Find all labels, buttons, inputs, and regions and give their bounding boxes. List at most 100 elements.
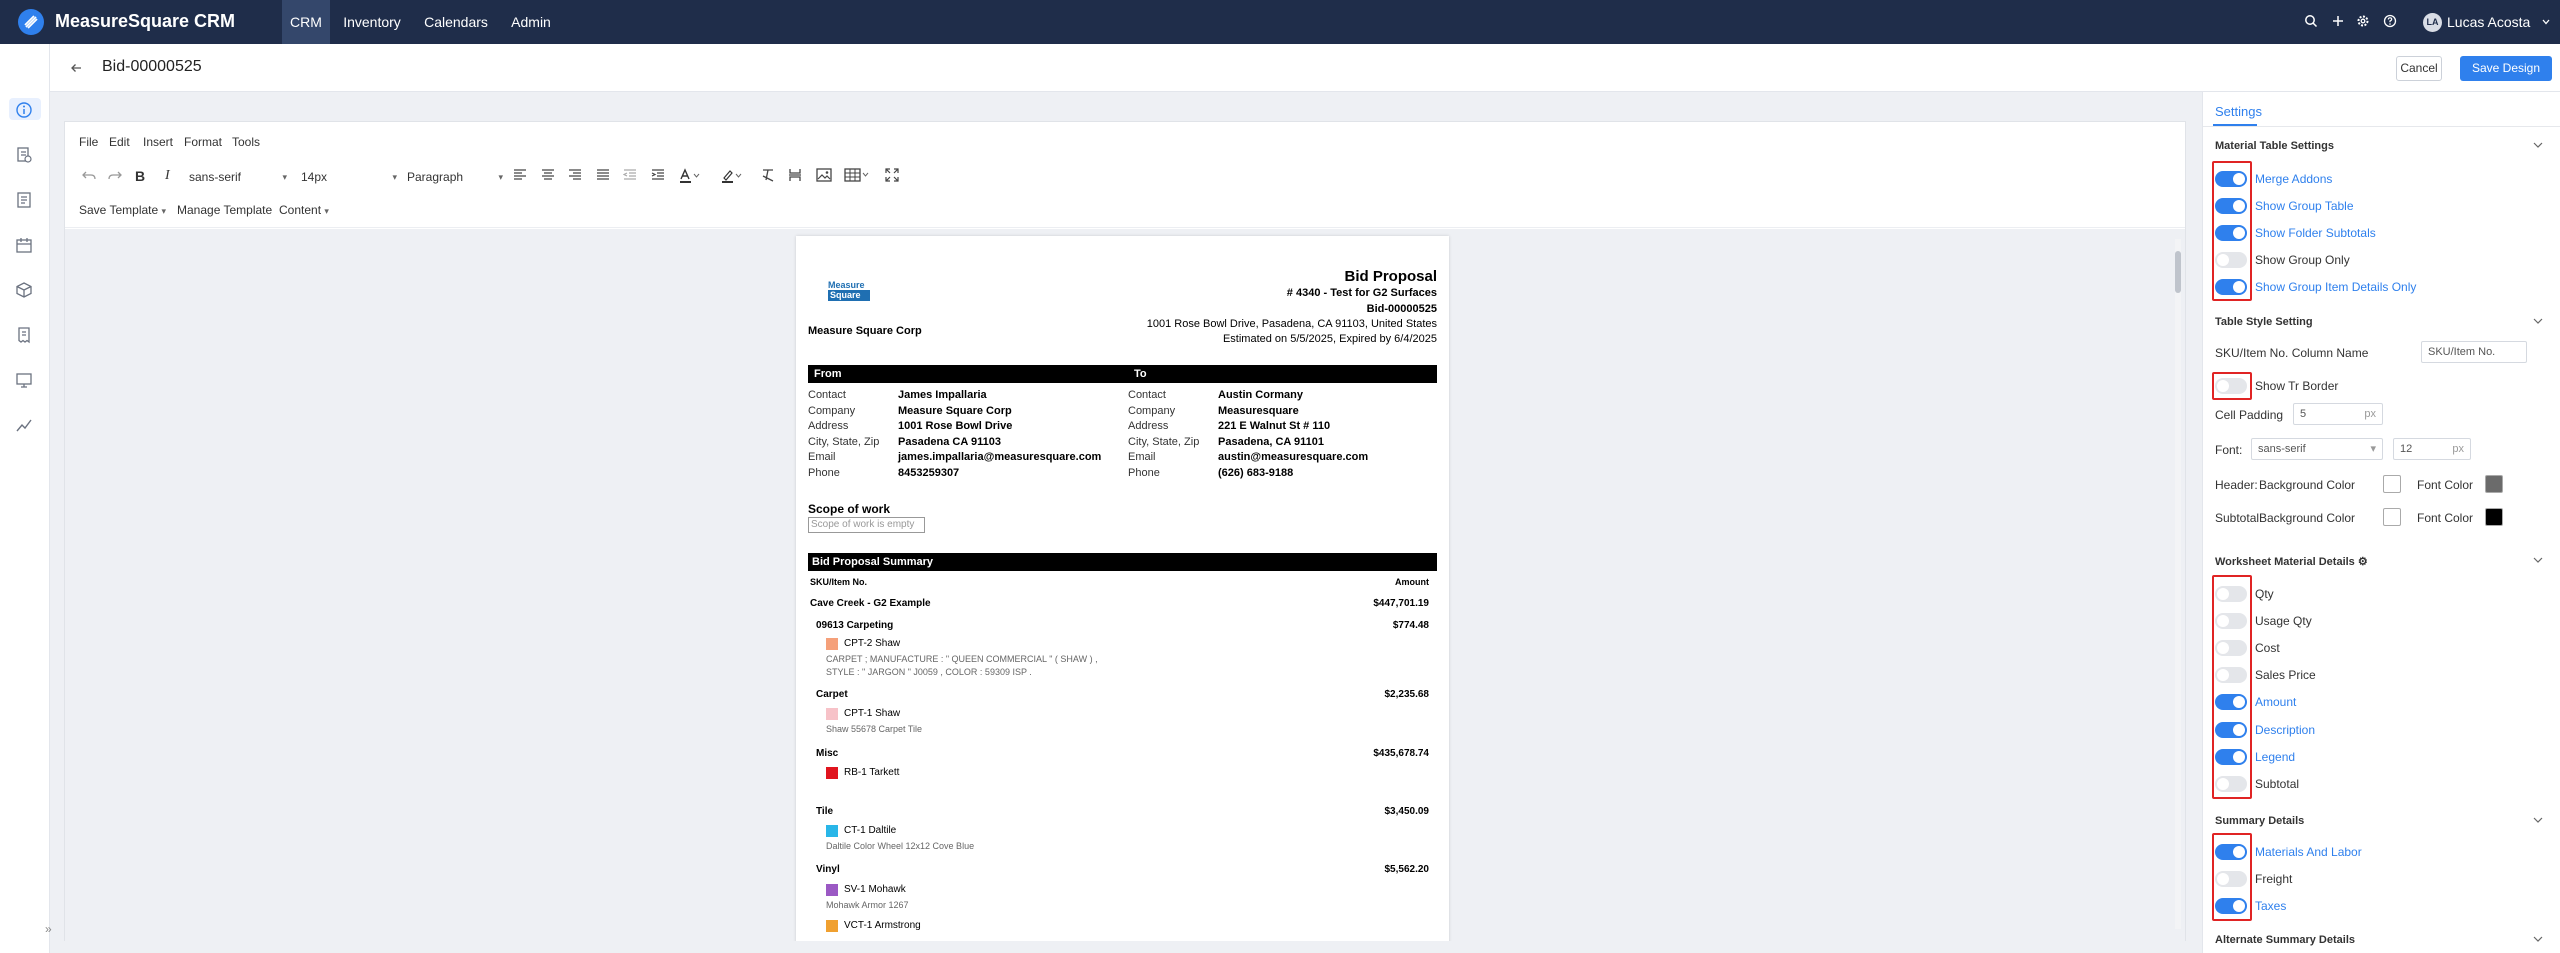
calendar-icon[interactable]: [15, 236, 33, 254]
avatar[interactable]: LA: [2423, 13, 2442, 32]
box-icon[interactable]: [15, 281, 33, 299]
toggle-show-folder-subtotals[interactable]: [2215, 225, 2247, 241]
chart-icon[interactable]: [15, 416, 33, 434]
legend-swatch: [826, 638, 838, 650]
bold-icon[interactable]: B: [135, 168, 145, 184]
undo-icon[interactable]: [81, 168, 97, 184]
toggle-subtotal[interactable]: [2215, 776, 2247, 792]
toggle-usage-qty[interactable]: [2215, 613, 2247, 629]
toggle-merge-addons[interactable]: [2215, 171, 2247, 187]
to-phone: (626) 683-9188: [1218, 466, 1294, 479]
align-left-icon[interactable]: [513, 168, 527, 182]
chevron-down-icon[interactable]: [2533, 318, 2543, 324]
save-template-menu[interactable]: Save Template ▾: [79, 203, 166, 217]
font-size-input[interactable]: 12 px: [2393, 438, 2471, 460]
toggle-description[interactable]: [2215, 722, 2247, 738]
menu-format[interactable]: Format: [184, 135, 222, 149]
toggle-qty[interactable]: [2215, 586, 2247, 602]
page-break-icon[interactable]: [788, 168, 802, 182]
chevron-down-icon[interactable]: [2533, 936, 2543, 942]
documents-icon[interactable]: [15, 146, 33, 164]
proposal-subtitle: # 4340 - Test for G2 Surfaces: [1286, 287, 1437, 299]
toggle-materials-and-labor[interactable]: [2215, 844, 2247, 860]
subtotal-font-color-picker[interactable]: [2485, 508, 2503, 526]
chevron-down-icon[interactable]: [2533, 557, 2543, 563]
toggle-amount[interactable]: [2215, 694, 2247, 710]
proposal-estimate-dates: Estimated on 5/5/2025, Expired by 6/4/20…: [1222, 333, 1437, 345]
align-justify-icon[interactable]: [596, 168, 610, 182]
align-right-icon[interactable]: [568, 168, 582, 182]
brand-logo-icon[interactable]: [18, 9, 44, 35]
summary-header: Bid Proposal Summary: [808, 553, 1437, 571]
toggle-show-group-table[interactable]: [2215, 198, 2247, 214]
table-icon[interactable]: [844, 168, 870, 182]
cancel-button[interactable]: Cancel: [2396, 56, 2442, 81]
cell-padding-input[interactable]: 5 px: [2293, 403, 2383, 425]
menu-file[interactable]: File: [79, 135, 98, 149]
menu-edit[interactable]: Edit: [109, 135, 130, 149]
chevron-down-icon[interactable]: [2533, 142, 2543, 148]
chevron-down-icon[interactable]: [2533, 817, 2543, 823]
header-font-color-picker[interactable]: [2485, 475, 2503, 493]
item-description: STYLE : " JARGON " J0059 , COLOR : 59309…: [826, 667, 1032, 677]
nav-calendars[interactable]: Calendars: [414, 0, 498, 44]
outdent-icon[interactable]: [623, 168, 637, 182]
header-background-color-picker[interactable]: [2383, 475, 2401, 493]
sidebar-expand-icon[interactable]: »: [45, 922, 52, 936]
redo-icon[interactable]: [107, 168, 123, 184]
monitor-icon[interactable]: [15, 371, 33, 389]
document-canvas[interactable]: Measure Square Measure Square Corp Bid P…: [65, 229, 2185, 941]
user-name[interactable]: Lucas Acosta: [2447, 14, 2530, 30]
invoice-icon[interactable]: [15, 326, 33, 344]
toggle-freight[interactable]: [2215, 871, 2247, 887]
manage-template-menu[interactable]: Manage Template: [177, 203, 272, 217]
nav-inventory[interactable]: Inventory: [336, 0, 408, 44]
nav-crm[interactable]: CRM: [282, 0, 330, 44]
toggle-cost[interactable]: [2215, 640, 2247, 656]
editor-scrollbar-thumb[interactable]: [2175, 251, 2181, 293]
worksheet-material-details-title: Worksheet Material Details ⚙: [2215, 556, 2368, 568]
toggle-show-group-only[interactable]: [2215, 252, 2247, 268]
scope-of-work-placeholder[interactable]: Scope of work is empty: [808, 517, 925, 533]
sku-column-name-input[interactable]: SKU/Item No.: [2421, 341, 2527, 363]
indent-icon[interactable]: [651, 168, 665, 182]
image-icon[interactable]: [816, 168, 832, 182]
settings-gear-icon[interactable]: ⚙: [2358, 556, 2368, 568]
toggle-taxes[interactable]: [2215, 898, 2247, 914]
toggle-sales-price[interactable]: [2215, 667, 2247, 683]
gear-icon[interactable]: [2356, 14, 2370, 28]
menu-tools[interactable]: Tools: [232, 135, 260, 149]
font-size-select[interactable]: 14px ▾: [301, 166, 401, 188]
italic-icon[interactable]: I: [165, 168, 170, 184]
font-family-select[interactable]: sans-serif ▾: [189, 166, 291, 188]
subtotal-background-color-picker[interactable]: [2383, 508, 2401, 526]
editor-scrollbar[interactable]: [2175, 239, 2181, 929]
tab-settings[interactable]: Settings: [2215, 104, 2262, 119]
proposal-number: Bid-00000525: [1366, 303, 1437, 315]
highlight-icon[interactable]: [721, 168, 743, 184]
chevron-down-icon[interactable]: [2542, 19, 2550, 25]
toggle-show-group-item-details-only[interactable]: [2215, 279, 2247, 295]
clear-formatting-icon[interactable]: [761, 168, 775, 182]
report-icon[interactable]: [15, 191, 33, 209]
settings-panel: Settings Material Table Settings Merge A…: [2202, 92, 2560, 953]
bid-proposal-page[interactable]: Measure Square Measure Square Corp Bid P…: [796, 236, 1449, 941]
toggle-show-tr-border[interactable]: [2215, 378, 2247, 394]
content-menu[interactable]: Content ▾: [279, 203, 329, 217]
save-design-button[interactable]: Save Design: [2460, 56, 2552, 81]
to-label: To: [1134, 368, 1147, 380]
brand-name[interactable]: MeasureSquare CRM: [55, 11, 235, 32]
back-arrow-icon[interactable]: [70, 62, 82, 74]
fullscreen-icon[interactable]: [885, 168, 899, 182]
menu-insert[interactable]: Insert: [143, 135, 173, 149]
nav-admin[interactable]: Admin: [504, 0, 558, 44]
toggle-legend[interactable]: [2215, 749, 2247, 765]
search-icon[interactable]: [2304, 14, 2318, 28]
info-icon[interactable]: [15, 101, 33, 119]
font-family-select[interactable]: sans-serif ▾: [2251, 438, 2383, 460]
align-center-icon[interactable]: [541, 168, 555, 182]
plus-icon[interactable]: [2331, 14, 2345, 28]
text-color-icon[interactable]: [679, 168, 701, 184]
block-format-select[interactable]: Paragraph ▾: [407, 166, 507, 188]
help-icon[interactable]: [2383, 14, 2397, 28]
